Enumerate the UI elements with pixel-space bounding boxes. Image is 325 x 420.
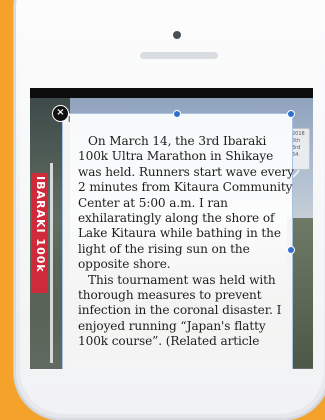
text-cursor-icon: I	[68, 115, 71, 124]
front-camera	[173, 31, 181, 39]
overlay-paragraph-1: On March 14, the 3rd Ibaraki 100k Ultra …	[78, 134, 294, 272]
resize-handle-top-middle[interactable]	[173, 110, 181, 118]
banner-text: IBARAKI 100k	[34, 176, 47, 273]
earpiece-speaker	[140, 52, 218, 59]
resize-handle-top-right[interactable]	[287, 110, 295, 118]
overlay-paragraph-2: This tournament was held with thorough m…	[78, 272, 282, 349]
resize-handle-middle-right[interactable]	[287, 246, 295, 254]
photo-pole	[50, 163, 53, 363]
phone-screen: IBARAKI 100k 2018 5th 3rd 64 On March 14…	[30, 88, 313, 369]
text-overlay-box[interactable]: On March 14, the 3rd Ibaraki 100k Ultra …	[62, 113, 294, 369]
close-icon[interactable]: ×	[52, 105, 69, 122]
overlay-text[interactable]: On March 14, the 3rd Ibaraki 100k Ultra …	[78, 134, 298, 350]
